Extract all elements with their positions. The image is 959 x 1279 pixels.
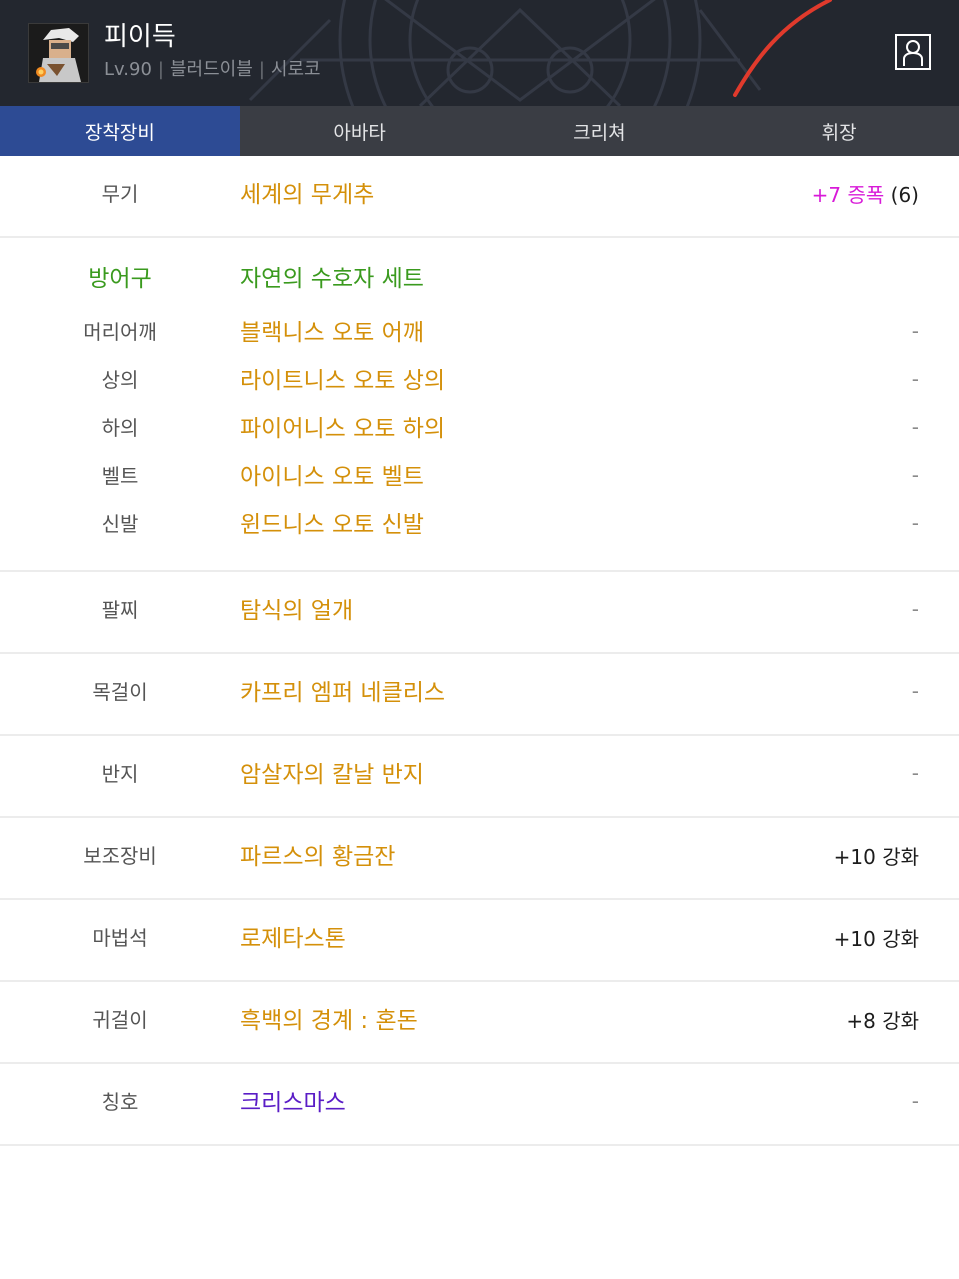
item-name: 세계의 무게추: [240, 182, 375, 208]
slot-label: 머리어깨: [83, 320, 157, 344]
character-info: Lv.90 | 블러드이블 | 시로코: [104, 57, 321, 83]
item-name: 크리스마스: [240, 1090, 346, 1116]
amplify-extra: (6): [890, 183, 919, 207]
item-name: 아이니스 오토 벨트: [240, 464, 424, 490]
row-divider: [0, 570, 959, 572]
row-divider: [0, 816, 959, 818]
tab-creature[interactable]: 크리쳐: [480, 106, 720, 156]
row-divider: [0, 980, 959, 982]
tab-emblem[interactable]: 휘장: [719, 106, 959, 156]
info-separator: |: [157, 59, 164, 80]
item-name: 암살자의 칼날 반지: [240, 762, 424, 788]
slot-label: 상의: [101, 368, 139, 392]
slot-label: 방어구: [88, 266, 152, 292]
amplify-level: +7 증폭: [811, 183, 885, 207]
item-name: 흑백의 경계 : 혼돈: [240, 1008, 418, 1034]
item-name: 블랙니스 오토 어깨: [240, 320, 424, 346]
character-guild: 시로코: [270, 59, 321, 80]
amplify-value: +7 증폭 (6): [812, 180, 919, 210]
item-name: 탐식의 얼개: [240, 598, 354, 624]
character-name: 피이득: [104, 22, 176, 52]
character-avatar[interactable]: [28, 23, 89, 83]
item-name: 파이어니스 오토 하의: [240, 416, 446, 442]
reinforce-value: +10 강화: [833, 927, 919, 951]
item-name: 윈드니스 오토 신발: [240, 512, 424, 538]
character-job: 블러드이블: [170, 59, 253, 80]
item-value: -: [911, 415, 919, 439]
reinforce-value: +10 강화: [833, 845, 919, 869]
slot-label: 무기: [101, 182, 139, 206]
item-value: -: [911, 1089, 919, 1113]
item-value: -: [911, 319, 919, 343]
item-value: -: [911, 463, 919, 487]
set-name: 자연의 수호자 세트: [240, 266, 424, 292]
info-separator: |: [258, 59, 265, 80]
tab-equipment[interactable]: 장착장비: [0, 106, 240, 156]
item-value: -: [911, 761, 919, 785]
slot-label: 신발: [101, 512, 139, 536]
row-divider: [0, 1062, 959, 1064]
slot-label: 팔찌: [101, 598, 139, 622]
row-divider: [0, 898, 959, 900]
slot-label: 하의: [101, 416, 139, 440]
slot-label: 귀걸이: [92, 1008, 148, 1032]
slot-label: 칭호: [101, 1090, 139, 1114]
reinforce-value: +8 강화: [846, 1009, 919, 1033]
character-portrait-icon: [29, 24, 88, 82]
person-silhouette-icon: [903, 40, 923, 66]
item-name: 파르스의 황금잔: [240, 844, 396, 870]
item-name: 라이트니스 오토 상의: [240, 368, 446, 394]
slot-label: 마법석: [92, 926, 148, 950]
slot-label: 보조장비: [83, 844, 157, 868]
tab-avatar[interactable]: 아바타: [240, 106, 480, 156]
item-value: -: [911, 511, 919, 535]
item-value: -: [911, 679, 919, 703]
profile-button[interactable]: [895, 34, 931, 70]
tab-bar: 장착장비 아바타 크리쳐 휘장: [0, 106, 959, 156]
item-name: 로제타스톤: [240, 926, 346, 952]
item-name: 카프리 엠퍼 네클리스: [240, 680, 446, 706]
row-divider: [0, 652, 959, 654]
row-divider: [0, 236, 959, 238]
slot-label: 벨트: [101, 464, 139, 488]
slot-label: 반지: [101, 762, 139, 786]
character-header: 피이득 Lv.90 | 블러드이블 | 시로코: [0, 0, 959, 106]
item-value: -: [911, 597, 919, 621]
slot-label: 목걸이: [92, 680, 148, 704]
item-value: -: [911, 367, 919, 391]
row-divider: [0, 734, 959, 736]
character-level: Lv.90: [104, 59, 152, 80]
row-divider: [0, 1144, 959, 1146]
